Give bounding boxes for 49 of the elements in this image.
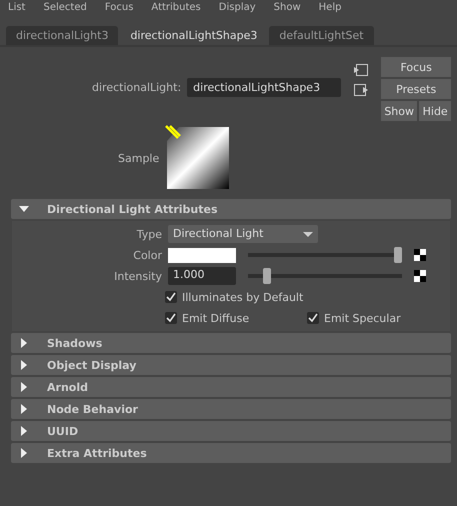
checker-map-icon[interactable] xyxy=(414,249,426,261)
panel-button[interactable]: Presets xyxy=(381,79,452,99)
panel-button[interactable]: Show xyxy=(381,101,418,121)
intensity-field[interactable]: 1.000 xyxy=(168,267,236,285)
sample-label: Sample xyxy=(118,152,160,164)
attribute-label: Type xyxy=(136,228,162,240)
section-header[interactable]: Directional Light Attributes xyxy=(11,199,451,219)
collapsed-triangle-icon[interactable] xyxy=(19,426,29,436)
collapsed-triangle-icon[interactable] xyxy=(19,448,29,458)
section-header[interactable]: Arnold xyxy=(11,377,451,397)
checkbox-label: Emit Diffuse xyxy=(182,312,250,324)
collapsed-triangle-icon[interactable] xyxy=(19,404,29,414)
light-sample-swatch xyxy=(165,125,232,191)
collapsed-triangle-icon[interactable] xyxy=(19,360,29,370)
checker-map-icon[interactable] xyxy=(414,270,426,282)
checkbox[interactable] xyxy=(165,312,177,324)
section-header[interactable]: Object Display xyxy=(11,355,451,375)
menu-item[interactable]: Attributes xyxy=(151,2,201,12)
panel-button[interactable]: Focus xyxy=(381,57,452,77)
menu-item[interactable]: List xyxy=(8,2,26,12)
output-connection-icon[interactable] xyxy=(353,83,370,97)
collapsed-triangle-icon[interactable] xyxy=(19,382,29,392)
node-label: directionalLight: xyxy=(92,80,182,94)
section-header[interactable]: UUID xyxy=(11,421,451,441)
menu-item[interactable]: Display xyxy=(218,2,256,12)
menu-item[interactable]: Focus xyxy=(104,2,134,12)
node-name-field[interactable]: directionalLightShape3 xyxy=(187,78,342,96)
menu-item[interactable]: Help xyxy=(318,2,342,12)
panel-button[interactable]: Hide xyxy=(419,101,452,121)
tab[interactable]: defaultLightSet xyxy=(269,26,374,45)
attribute-label: Color xyxy=(132,248,162,262)
menu-item[interactable]: Show xyxy=(274,2,301,12)
section-header[interactable]: Shadows xyxy=(11,333,451,353)
attribute-label: Intensity xyxy=(113,270,162,282)
tab[interactable]: directionalLight3 xyxy=(6,26,118,45)
color-swatch[interactable] xyxy=(168,248,236,262)
slider-thumb[interactable] xyxy=(262,268,271,284)
menu-item[interactable]: Selected xyxy=(43,2,87,12)
type-dropdown[interactable]: Directional Light xyxy=(168,225,318,243)
section-header[interactable]: Extra Attributes xyxy=(11,443,451,463)
input-connection-icon[interactable] xyxy=(353,63,370,77)
checkbox-label: Emit Specular xyxy=(324,312,401,324)
checkbox[interactable] xyxy=(307,312,319,324)
checkbox[interactable] xyxy=(165,291,177,303)
checkbox-label: Illuminates by Default xyxy=(182,290,304,304)
section-header[interactable]: Node Behavior xyxy=(11,399,451,419)
collapsed-triangle-icon[interactable] xyxy=(19,338,29,348)
expanded-triangle-icon[interactable] xyxy=(19,204,29,214)
slider-thumb[interactable] xyxy=(394,247,402,263)
